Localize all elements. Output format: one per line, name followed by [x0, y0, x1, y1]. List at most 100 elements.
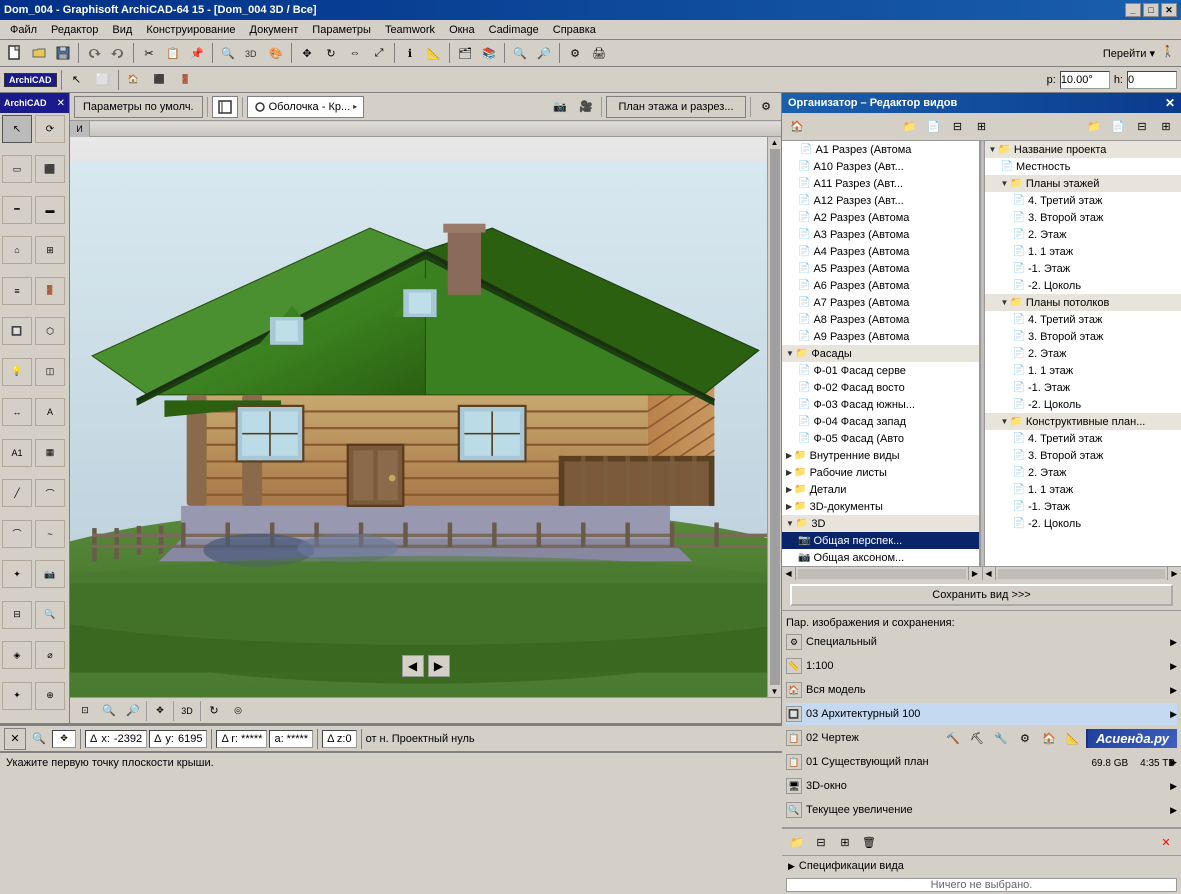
- settings-icon-btn[interactable]: [212, 96, 238, 118]
- tb-cut[interactable]: ✂: [138, 42, 160, 64]
- tree-item-worksheets[interactable]: ▶ 📁 Рабочие листы: [782, 464, 979, 481]
- menu-edit[interactable]: Редактор: [45, 22, 104, 38]
- tree-item-details[interactable]: ▶ 📁 Детали: [782, 481, 979, 498]
- person-icon[interactable]: 🚶: [1161, 45, 1177, 61]
- tool-shell[interactable]: ⌀: [35, 641, 65, 669]
- tool-morph[interactable]: ◈: [2, 641, 32, 669]
- tb-measure[interactable]: 📐: [423, 42, 445, 64]
- specs-expand-icon[interactable]: ▶: [788, 861, 795, 872]
- tb-open[interactable]: [28, 42, 50, 64]
- close-button[interactable]: ✕: [1161, 3, 1177, 17]
- tool-lamp[interactable]: 💡: [2, 358, 32, 386]
- tb-zoom-out[interactable]: 🔎: [533, 42, 555, 64]
- tool-label[interactable]: A1: [2, 439, 32, 467]
- 3d-viewport[interactable]: ▲ ▼ ◀ ▶: [70, 137, 781, 697]
- tree-item-f02[interactable]: 📄 Ф-02 Фасад восто: [782, 379, 979, 396]
- p-input[interactable]: [1060, 71, 1110, 89]
- menu-cadimage[interactable]: Cadimage: [483, 22, 545, 38]
- hscroll-track[interactable]: [798, 569, 966, 579]
- tree-r-ceil2[interactable]: 📄 2. Этаж: [985, 345, 1181, 362]
- nav-right[interactable]: ▶: [428, 655, 450, 677]
- camera-icon-1[interactable]: 📷: [549, 96, 571, 118]
- hscroll-left[interactable]: ◀: [782, 567, 796, 581]
- h-input[interactable]: [1127, 71, 1177, 89]
- tree-item-a8[interactable]: 📄 А8 Разрез (Автома: [782, 311, 979, 328]
- camera-icon-2[interactable]: 🎥: [575, 96, 597, 118]
- tb-new[interactable]: [4, 42, 26, 64]
- params-default-button[interactable]: Параметры по умолч.: [74, 96, 203, 118]
- viewport-vscroll[interactable]: ▲ ▼: [767, 137, 781, 697]
- scroll-down-icon[interactable]: ▼: [770, 686, 780, 697]
- org-view4[interactable]: ⊞: [971, 116, 993, 138]
- tb-3d[interactable]: 3D: [241, 42, 263, 64]
- tree-item-a10[interactable]: 📄 А10 Разрез (Авт...: [782, 158, 979, 175]
- org-r-view4[interactable]: ⊞: [1155, 116, 1177, 138]
- tree-r-ceilm1[interactable]: 📄 -1. Этаж: [985, 379, 1181, 396]
- org-r-view3[interactable]: ⊟: [1131, 116, 1153, 138]
- tool-roof[interactable]: ⌂: [2, 236, 32, 264]
- specs-btn1[interactable]: 📁: [786, 831, 808, 853]
- maximize-button[interactable]: □: [1143, 3, 1159, 17]
- tree-item-3d[interactable]: ▼ 📁 3D: [782, 515, 979, 532]
- tb-move[interactable]: ✥: [296, 42, 318, 64]
- tool-slab[interactable]: ▬: [35, 196, 65, 224]
- pan-btn[interactable]: ✥: [149, 700, 171, 722]
- tree-r-str4[interactable]: 📄 4. Третий этаж: [985, 430, 1181, 447]
- shell-dropdown[interactable]: Оболочка - Кр... ▸: [247, 96, 365, 118]
- params-zoom[interactable]: 🔍 Текущее увеличение ▶: [786, 799, 1177, 821]
- scroll-up-icon[interactable]: ▲: [770, 137, 780, 148]
- select-tool[interactable]: ↖: [66, 69, 88, 91]
- tool-column[interactable]: ⬛: [35, 155, 65, 183]
- tb-library[interactable]: 📚: [478, 42, 500, 64]
- tool-beam[interactable]: ━: [2, 196, 32, 224]
- tree-r-strm2[interactable]: 📄 -2. Цоколь: [985, 515, 1181, 532]
- nav-left[interactable]: ◀: [402, 655, 424, 677]
- tool-line[interactable]: ╱: [2, 479, 32, 507]
- tb-zoom-in[interactable]: 🔍: [509, 42, 531, 64]
- specs-btn2[interactable]: ⊟: [810, 831, 832, 853]
- org-view3[interactable]: ⊟: [947, 116, 969, 138]
- hscroll-right[interactable]: ▶: [968, 567, 982, 581]
- tree-item-f05[interactable]: 📄 Ф-05 Фасад (Авто: [782, 430, 979, 447]
- hscroll-r-track[interactable]: [998, 569, 1166, 579]
- tool-window[interactable]: 🔲: [2, 317, 32, 345]
- tree-r-str3[interactable]: 📄 3. Второй этаж: [985, 447, 1181, 464]
- door-tool[interactable]: 🚪: [175, 69, 197, 91]
- zoom-in-btn[interactable]: 🔍: [98, 700, 120, 722]
- tool-spline[interactable]: ~: [35, 520, 65, 548]
- organizer-close-button[interactable]: ✕: [1165, 96, 1175, 110]
- tree-r-project[interactable]: ▼ 📁 Название проекта: [985, 141, 1181, 158]
- tree-item-a12[interactable]: 📄 А12 Разрез (Авт...: [782, 192, 979, 209]
- tool-arc[interactable]: ⌒: [2, 520, 32, 548]
- tree-item-a4[interactable]: 📄 А4 Разрез (Автома: [782, 243, 979, 260]
- tb-search[interactable]: 🔍: [217, 42, 239, 64]
- tree-r-strm1[interactable]: 📄 -1. Этаж: [985, 498, 1181, 515]
- tree-item-a6[interactable]: 📄 А6 Разрез (Автома: [782, 277, 979, 294]
- scroll-thumb[interactable]: [770, 149, 780, 685]
- toolbar-icon-extra[interactable]: ⚙: [755, 96, 777, 118]
- bt-r5[interactable]: 🏠: [1038, 728, 1060, 750]
- specs-btn3[interactable]: ⊞: [834, 831, 856, 853]
- tree-r-str1[interactable]: 📄 1. 1 этаж: [985, 481, 1181, 498]
- tool-section[interactable]: ⊟: [2, 601, 32, 629]
- tool-door[interactable]: 🚪: [35, 277, 65, 305]
- params-3dwin[interactable]: 🖥 3D-окно ▶: [786, 775, 1177, 797]
- tb-scale[interactable]: ⤢: [368, 42, 390, 64]
- bt-r4[interactable]: ⚙: [1014, 728, 1036, 750]
- tool-text[interactable]: A: [35, 398, 65, 426]
- tb-save[interactable]: [52, 42, 74, 64]
- tb-copy[interactable]: 📋: [162, 42, 184, 64]
- save-view-button[interactable]: Сохранить вид >>>: [790, 584, 1173, 606]
- tb-print[interactable]: 🖨: [588, 42, 610, 64]
- menu-help[interactable]: Справка: [547, 22, 602, 38]
- tree-item-f01[interactable]: 📄 Ф-01 Фасад серве: [782, 362, 979, 379]
- org-home[interactable]: 🏠: [786, 116, 808, 138]
- tree-item-axono[interactable]: 📷 Общая аксоном...: [782, 549, 979, 566]
- menu-params[interactable]: Параметры: [306, 22, 377, 38]
- tool-stair[interactable]: ≡: [2, 277, 32, 305]
- tree-item-a5[interactable]: 📄 А5 Разрез (Автома: [782, 260, 979, 277]
- minimize-button[interactable]: _: [1125, 3, 1141, 17]
- tb-settings[interactable]: ⚙: [564, 42, 586, 64]
- tb-mirror[interactable]: ⇔: [344, 42, 366, 64]
- plan-button[interactable]: План этажа и разрез...: [606, 96, 746, 118]
